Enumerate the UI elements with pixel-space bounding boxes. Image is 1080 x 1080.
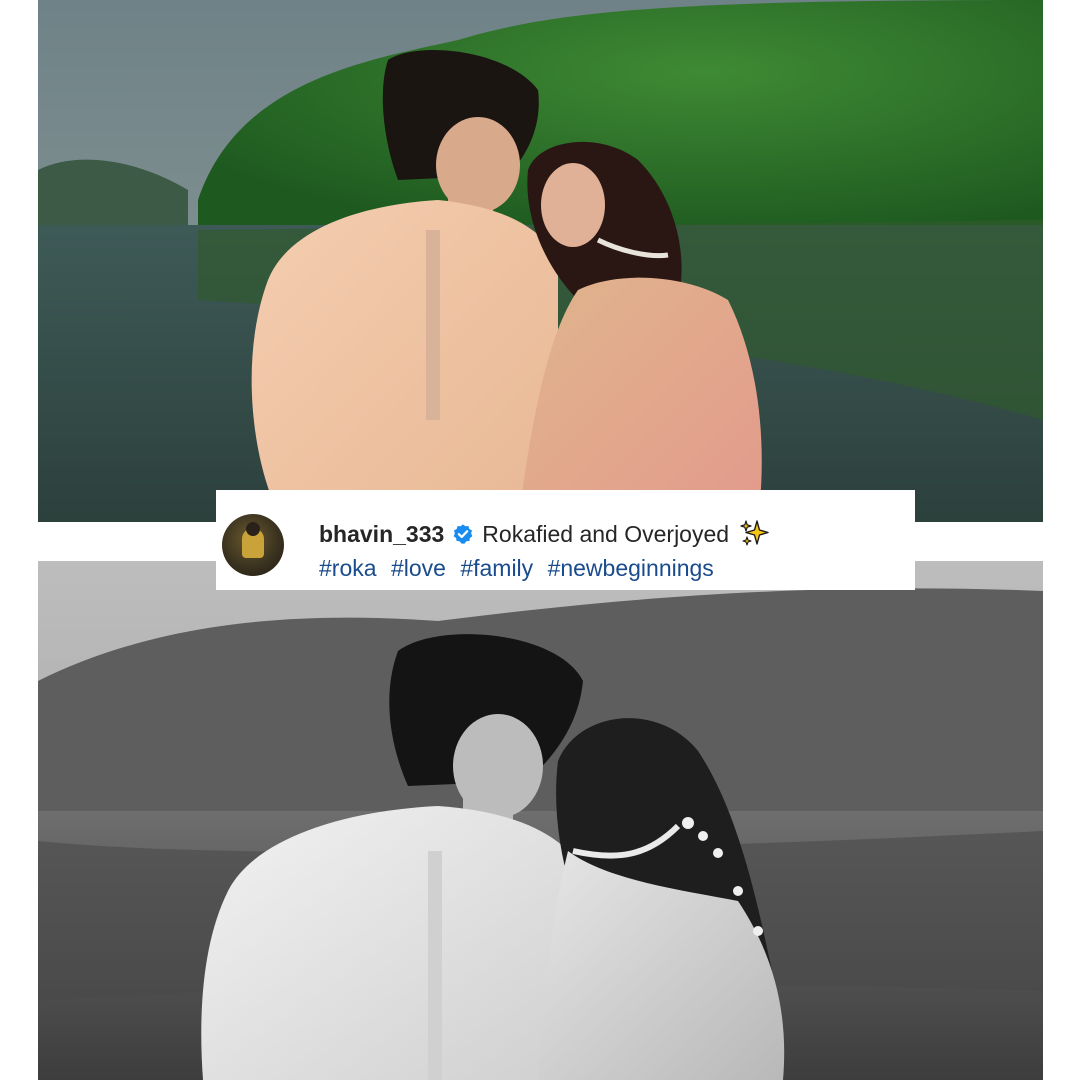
couple-photo-color: [38, 0, 1043, 522]
hashtag-link[interactable]: #love: [391, 555, 446, 581]
caption-text: Rokafied and Overjoyed: [482, 521, 730, 547]
sparkles-emoji-icon: [739, 518, 771, 550]
hashtag-link[interactable]: #newbeginnings: [548, 555, 714, 581]
caption-line: bhavin_333 Rokafied and Overjoyed: [319, 518, 771, 550]
username-link[interactable]: bhavin_333: [319, 520, 444, 548]
hashtag-list: #roka #love #family #newbeginnings: [319, 554, 722, 582]
hashtag-link[interactable]: #family: [460, 555, 533, 581]
profile-avatar[interactable]: [222, 514, 284, 576]
post-caption-card: bhavin_333 Rokafied and Overjoyed #roka …: [216, 490, 915, 590]
couple-photo-black-and-white: [38, 561, 1043, 1080]
verified-badge-icon: [452, 523, 474, 545]
hashtag-link[interactable]: #roka: [319, 555, 377, 581]
